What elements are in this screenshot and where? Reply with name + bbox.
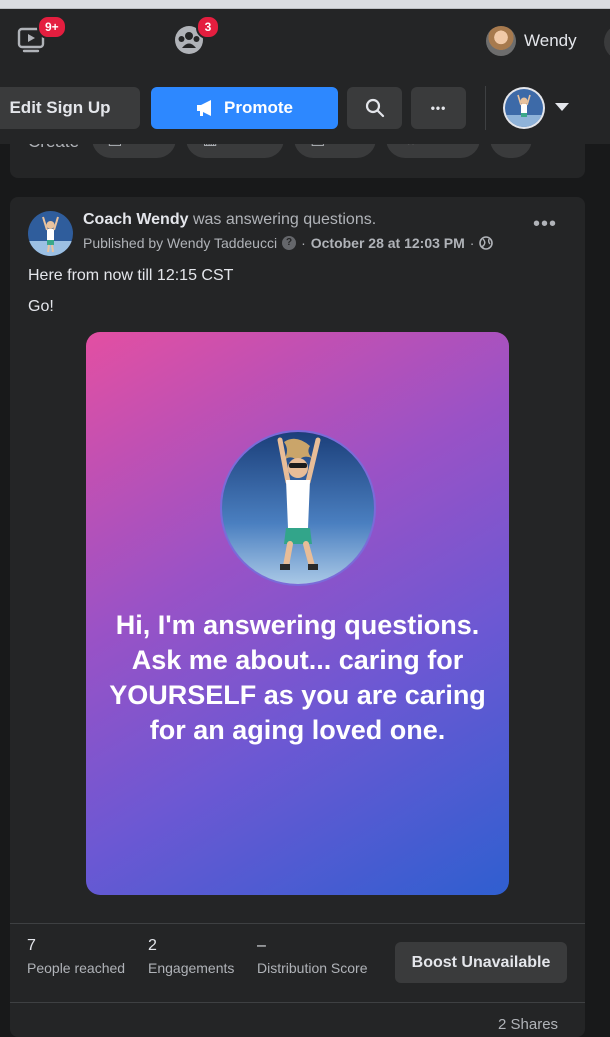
search-button[interactable] xyxy=(347,87,402,129)
page-action-bar: Edit Sign Up Promote ••• xyxy=(0,72,610,144)
groups-badge: 3 xyxy=(196,15,220,39)
engagements-label: Engagements xyxy=(148,960,235,976)
author-name[interactable]: Coach Wendy xyxy=(83,211,189,228)
people-reached-value: 7 xyxy=(27,937,36,954)
search-icon xyxy=(365,98,384,118)
published-by: Published by Wendy Taddeucci xyxy=(83,235,278,251)
divider xyxy=(10,1002,585,1003)
browser-top-strip xyxy=(0,0,610,9)
people-reached-label: People reached xyxy=(27,960,126,976)
distribution-score-stat[interactable]: – Distribution Score xyxy=(257,937,368,976)
avatar xyxy=(486,26,516,56)
distribution-score-value: – xyxy=(257,937,266,954)
edit-sign-up-button[interactable]: Edit Sign Up xyxy=(0,87,140,129)
boost-unavailable-button[interactable]: Boost Unavailable xyxy=(395,942,567,983)
more-icon: ••• xyxy=(430,101,447,115)
post-card: Coach Wendy was answering questions. Pub… xyxy=(10,197,585,1037)
watch-badge: 9+ xyxy=(37,15,67,39)
watch-nav-button[interactable]: 9+ xyxy=(16,15,67,55)
people-reached-stat[interactable]: 7 People reached xyxy=(27,937,125,976)
page-avatar-switch[interactable] xyxy=(503,87,545,129)
shares-count[interactable]: 2 Shares xyxy=(498,1016,558,1033)
jumping-person-photo xyxy=(222,432,374,584)
chevron-down-icon[interactable] xyxy=(555,103,569,111)
post-action-text: was answering questions. xyxy=(192,211,377,228)
groups-nav-button[interactable]: 3 xyxy=(173,15,220,55)
post-text-line: Here from now till 12:15 CST xyxy=(28,267,234,284)
engagements-value: 2 xyxy=(148,937,157,954)
profile-button[interactable]: Wendy xyxy=(486,25,577,57)
divider xyxy=(485,86,486,130)
post-meta: Published by Wendy Taddeucci ? · October… xyxy=(83,235,494,251)
post-date[interactable]: October 28 at 12:03 PM xyxy=(311,235,465,251)
author-photo xyxy=(28,211,73,256)
help-icon[interactable]: ? xyxy=(282,236,297,250)
globe-icon[interactable] xyxy=(479,236,494,250)
avatar xyxy=(505,89,543,127)
promote-button[interactable]: Promote xyxy=(151,87,338,129)
megaphone-icon xyxy=(197,100,212,116)
question-card-text: Hi, I'm answering questions. Ask me abou… xyxy=(109,610,486,745)
post-text-line: Go! xyxy=(28,298,54,315)
promote-label: Promote xyxy=(224,98,293,117)
avatar[interactable] xyxy=(28,211,73,256)
question-card-photo xyxy=(220,430,376,586)
menu-button[interactable] xyxy=(604,24,610,60)
distribution-score-label: Distribution Score xyxy=(257,960,368,976)
question-card[interactable]: Hi, I'm answering questions. Ask me abou… xyxy=(86,332,509,895)
top-nav-bar: 9+ 3 Wendy xyxy=(0,9,610,73)
more-options-button[interactable]: ••• xyxy=(411,87,466,129)
profile-name: Wendy xyxy=(524,31,577,50)
post-options-button[interactable]: ••• xyxy=(533,214,557,234)
edit-sign-up-label: Edit Sign Up xyxy=(9,98,111,117)
post-header: Coach Wendy was answering questions. xyxy=(83,211,376,229)
boost-label: Boost Unavailable xyxy=(411,953,551,971)
engagements-stat[interactable]: 2 Engagements xyxy=(148,937,234,976)
divider xyxy=(10,923,585,924)
